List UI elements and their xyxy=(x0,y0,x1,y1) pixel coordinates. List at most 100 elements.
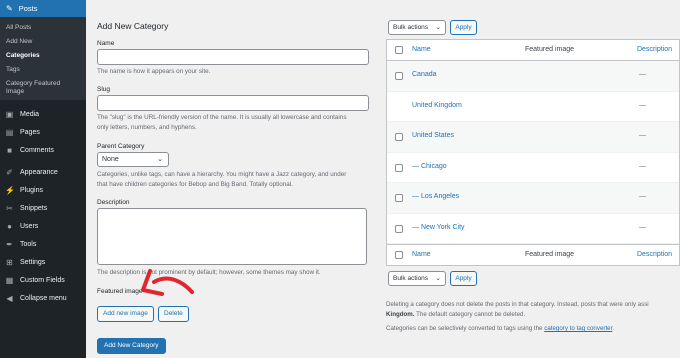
convert-note: Categories can be selectively converted … xyxy=(386,324,680,334)
table-row: United States — xyxy=(387,122,679,153)
plugins-icon: ⚡ xyxy=(5,185,15,195)
submenu-all-posts[interactable]: All Posts xyxy=(0,21,86,35)
submenu-label-line1: Category Featured xyxy=(6,80,61,87)
add-new-image-button[interactable]: Add new image xyxy=(97,306,154,322)
row-checkbox[interactable] xyxy=(395,163,403,172)
sidebar-item-settings[interactable]: ⊞ Settings xyxy=(0,253,86,271)
column-name-header[interactable]: Name xyxy=(412,46,431,53)
category-name-link[interactable]: — New York City xyxy=(412,224,465,231)
bulk-actions-label: Bulk actions xyxy=(393,24,429,31)
category-name-link[interactable]: — Los Angeles xyxy=(412,193,459,200)
row-checkbox[interactable] xyxy=(395,194,403,202)
description-textarea[interactable] xyxy=(97,208,367,265)
category-name-link[interactable]: Canada xyxy=(412,71,437,78)
sidebar-item-custom-fields[interactable]: ▦ Custom Fields xyxy=(0,271,86,289)
submenu-category-featured-image[interactable]: Category Featured Image xyxy=(0,77,86,96)
slug-desc-line1: The "slug" is the URL-friendly version o… xyxy=(97,114,347,121)
table-row: United Kingdom — xyxy=(387,92,679,122)
sidebar-item-label: Settings xyxy=(20,258,46,266)
slug-description: The "slug" is the URL-friendly version o… xyxy=(97,113,369,133)
parent-desc-line1: Categories, unlike tags, can have a hier… xyxy=(97,171,347,178)
note1-tail: The default category cannot be deleted. xyxy=(414,310,526,318)
row-checkbox[interactable] xyxy=(395,72,403,80)
sidebar-item-plugins[interactable]: ⚡ Plugins xyxy=(0,181,86,199)
sidebar-item-users[interactable]: ● Users xyxy=(0,217,86,235)
bulk-actions-select-bottom[interactable]: Bulk actions ⌄ xyxy=(388,271,446,286)
column-featured-image-header: Featured image xyxy=(525,46,575,53)
apply-button-bottom[interactable]: Apply xyxy=(450,271,477,286)
sidebar-item-comments[interactable]: ■ Comments xyxy=(0,141,86,159)
table-footer-row: Name Featured image Description xyxy=(387,244,679,265)
slug-label: Slug xyxy=(97,86,111,93)
sidebar-item-posts[interactable]: ✎ Posts xyxy=(0,0,86,17)
pin-icon: ✎ xyxy=(6,4,13,13)
column-description-header[interactable]: Description xyxy=(637,46,672,53)
sidebar-item-label: Snippets xyxy=(20,204,48,212)
submenu-label-line2: Image xyxy=(6,88,25,95)
select-all-checkbox[interactable] xyxy=(395,46,403,54)
table-row: — New York City — xyxy=(387,214,679,244)
column-name-footer[interactable]: Name xyxy=(412,251,431,258)
column-description-footer[interactable]: Description xyxy=(637,251,672,258)
submenu-categories[interactable]: Categories xyxy=(0,49,86,63)
sidebar-item-label: Users xyxy=(20,222,39,230)
media-icon: ▣ xyxy=(5,109,14,119)
posts-submenu: All Posts Add New Categories Tags Catego… xyxy=(0,17,86,100)
category-description: — xyxy=(639,101,646,109)
sidebar-item-label: Appearance xyxy=(20,168,58,176)
parent-category-value: None xyxy=(102,156,119,163)
row-checkbox[interactable] xyxy=(395,133,403,141)
sidebar-item-media[interactable]: ▣ Media xyxy=(0,105,86,123)
row-checkbox[interactable] xyxy=(395,224,403,233)
slug-input[interactable] xyxy=(97,95,369,111)
chevron-down-icon: ⌄ xyxy=(157,156,163,163)
note2-tail: . xyxy=(612,325,615,332)
featured-image-label: Featured image xyxy=(97,288,143,295)
description-label: Description xyxy=(97,199,130,206)
sidebar-item-label: Media xyxy=(20,110,40,118)
submenu-add-new[interactable]: Add New xyxy=(0,35,86,49)
name-input[interactable] xyxy=(97,49,369,65)
pages-icon: ▤ xyxy=(5,127,14,137)
chevron-down-icon: ⌄ xyxy=(435,24,441,31)
sidebar-item-appearance[interactable]: ✐ Appearance xyxy=(0,163,86,181)
sidebar-item-tools[interactable]: ✒ Tools xyxy=(0,235,86,253)
delete-image-button[interactable]: Delete xyxy=(158,306,189,322)
apply-button-top[interactable]: Apply xyxy=(450,20,477,35)
add-new-category-button[interactable]: Add New Category xyxy=(97,338,166,354)
description-help: The description is not prominent by defa… xyxy=(97,269,321,276)
select-all-checkbox-bottom[interactable] xyxy=(395,251,403,259)
form-title: Add New Category xyxy=(97,21,169,31)
table-header-row: Name Featured image Description xyxy=(387,40,679,61)
snippets-icon: ✂ xyxy=(6,203,13,213)
category-name-link[interactable]: United Kingdom xyxy=(412,102,462,109)
slug-desc-line2: only letters, numbers, and hyphens. xyxy=(97,124,197,131)
table-row: Canada — xyxy=(387,61,679,92)
admin-sidebar: ✎ Posts All Posts Add New Categories Tag… xyxy=(0,0,86,358)
parent-description: Categories, unlike tags, can have a hier… xyxy=(97,170,369,190)
category-description: — xyxy=(639,71,646,78)
bulk-actions-select-top[interactable]: Bulk actions ⌄ xyxy=(388,20,446,35)
category-name-link[interactable]: United States xyxy=(412,132,454,139)
sidebar-item-label: Posts xyxy=(18,4,38,13)
note2-text: Categories can be selectively converted … xyxy=(386,325,545,332)
category-name-link[interactable]: — Chicago xyxy=(412,163,447,170)
submenu-tags[interactable]: Tags xyxy=(0,63,86,77)
parent-category-select[interactable]: None ⌄ xyxy=(97,152,169,167)
sidebar-item-pages[interactable]: ▤ Pages xyxy=(0,123,86,141)
appearance-icon: ✐ xyxy=(6,167,13,177)
sidebar-item-label: Pages xyxy=(20,128,40,136)
note1-text: Deleting a category does not delete the … xyxy=(386,301,649,308)
chevron-down-icon: ⌄ xyxy=(435,275,441,282)
bulk-actions-label: Bulk actions xyxy=(393,275,429,282)
category-to-tag-converter-link[interactable]: category to tag converter xyxy=(544,325,612,332)
custom-fields-icon: ▦ xyxy=(5,275,14,285)
tools-icon: ✒ xyxy=(6,239,13,249)
sidebar-item-snippets[interactable]: ✂ Snippets xyxy=(0,199,86,217)
users-icon: ● xyxy=(7,221,12,231)
table-row: — Chicago — xyxy=(387,153,679,183)
comments-icon: ■ xyxy=(7,145,12,155)
category-description: — xyxy=(639,223,646,231)
category-description: — xyxy=(639,162,646,170)
collapse-menu-button[interactable]: ◀ Collapse menu xyxy=(0,289,86,307)
